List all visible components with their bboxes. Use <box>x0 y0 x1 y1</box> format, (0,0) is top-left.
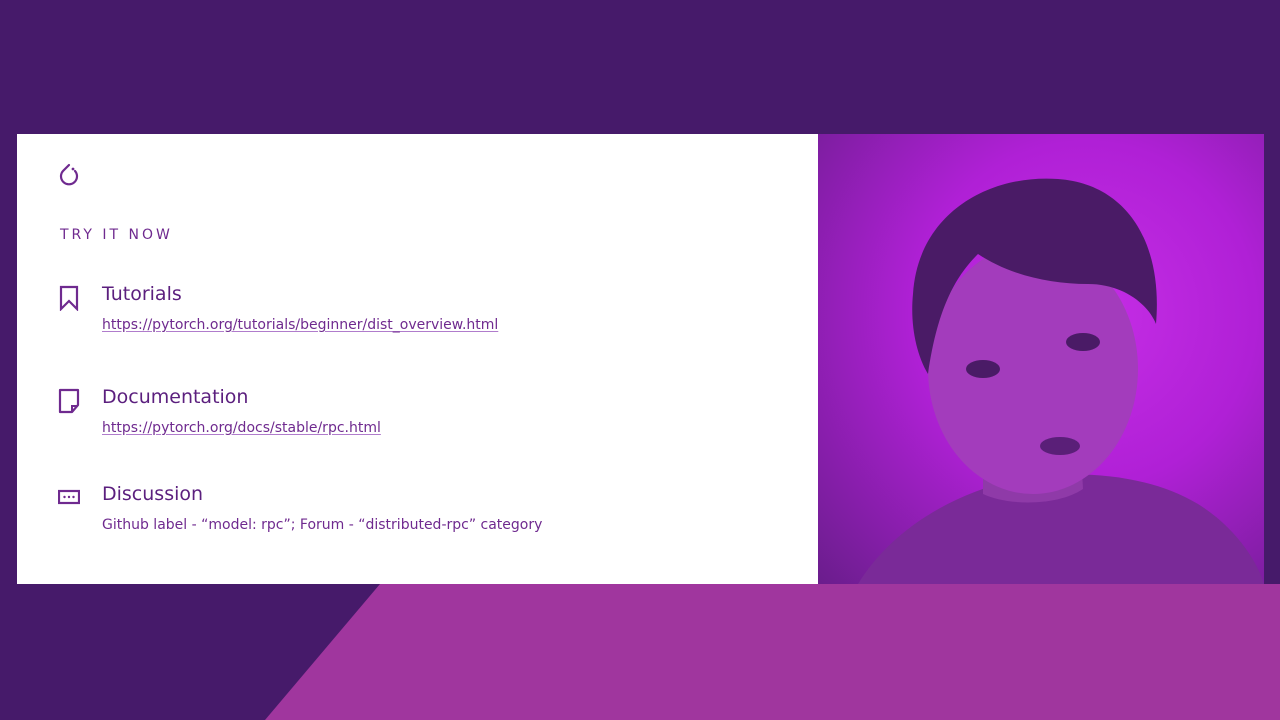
documentation-link[interactable]: https://pytorch.org/docs/stable/rpc.html <box>102 420 381 436</box>
chat-icon <box>58 489 80 505</box>
bookmark-icon <box>59 285 79 311</box>
document-icon <box>58 388 80 414</box>
section-kicker: TRY IT NOW <box>60 227 173 243</box>
presenter-video <box>818 134 1264 584</box>
tutorials-link[interactable]: https://pytorch.org/tutorials/beginner/d… <box>102 317 498 333</box>
slide-panel: TRY IT NOW Tutorials https://pytorch.org… <box>17 134 818 584</box>
documentation-title: Documentation <box>102 386 249 408</box>
presenter-silhouette <box>858 178 1264 584</box>
discussion-title: Discussion <box>102 483 204 505</box>
discussion-text: Github label - “model: rpc”; Forum - “di… <box>102 517 543 533</box>
pytorch-logo-icon <box>59 163 79 186</box>
tutorials-title: Tutorials <box>102 283 182 305</box>
